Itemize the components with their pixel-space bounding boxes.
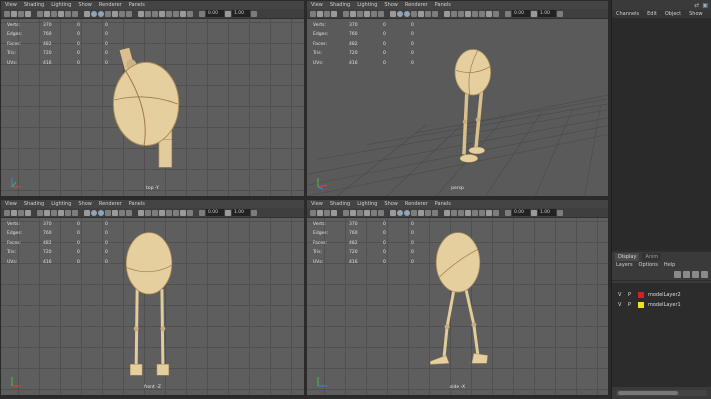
move-layer-down-icon[interactable]: [683, 271, 690, 278]
menu-help[interactable]: Help: [664, 262, 675, 268]
layer-editor-menubar: Layers Options Help: [612, 261, 711, 269]
menu-show[interactable]: Show: [689, 11, 703, 17]
layer-list: V P modelLayer2 V P modelLayer1: [612, 283, 711, 387]
scrollbar-thumb[interactable]: [618, 391, 678, 395]
camera-label: side -X: [449, 385, 466, 390]
panel-header: ⇄ ▣: [612, 0, 711, 10]
playback-toggle[interactable]: P: [628, 302, 634, 308]
channel-box-panel: ⇄ ▣ Channels Edit Object Show Display An…: [611, 0, 711, 399]
layer-editor: Display Anim Layers Options Help V P mod…: [612, 252, 711, 399]
camera-label: persp: [451, 186, 464, 191]
toggle-panel-icon[interactable]: ⇄: [694, 2, 699, 9]
layer-name: modelLayer2: [648, 292, 681, 298]
viewport-side[interactable]: View Shading Lighting Show Renderer Pane…: [306, 199, 609, 396]
visibility-toggle[interactable]: V: [618, 292, 624, 298]
character-front-view[interactable]: [1, 200, 304, 395]
menu-channels[interactable]: Channels: [616, 11, 639, 17]
camera-label: top -Y: [146, 186, 159, 191]
new-layer-from-selection-icon[interactable]: [701, 271, 708, 278]
viewport-top[interactable]: View Shading Lighting Show Renderer Pane…: [0, 0, 305, 197]
layer-tools: [612, 269, 711, 281]
character-persp-view[interactable]: [307, 1, 608, 196]
menu-edit[interactable]: Edit: [647, 11, 657, 17]
layer-name: modelLayer1: [648, 302, 681, 308]
playback-toggle[interactable]: P: [628, 292, 634, 298]
menu-object[interactable]: Object: [665, 11, 681, 17]
channel-box-body[interactable]: [612, 18, 711, 250]
tab-anim[interactable]: Anim: [642, 252, 662, 261]
new-empty-layer-icon[interactable]: [692, 271, 699, 278]
viewport-front[interactable]: View Shading Lighting Show Renderer Pane…: [0, 199, 305, 396]
channel-box-menubar: Channels Edit Object Show: [612, 10, 711, 18]
character-top-view[interactable]: [1, 1, 304, 196]
layer-color-swatch[interactable]: [638, 302, 644, 308]
layer-color-swatch[interactable]: [638, 292, 644, 298]
layer-row[interactable]: V P modelLayer2: [612, 290, 711, 300]
menu-options[interactable]: Options: [639, 262, 658, 268]
layer-editor-tabs: Display Anim: [612, 252, 711, 261]
horizontal-scrollbar[interactable]: [616, 390, 707, 396]
tab-display[interactable]: Display: [615, 252, 640, 261]
character-side-view[interactable]: [307, 200, 608, 395]
layer-row[interactable]: V P modelLayer1: [612, 300, 711, 310]
camera-label: front -Z: [144, 385, 161, 390]
visibility-toggle[interactable]: V: [618, 302, 624, 308]
attribute-editor-icon[interactable]: ▣: [702, 2, 708, 9]
viewport-persp[interactable]: View Shading Lighting Show Renderer Pane…: [306, 0, 609, 197]
menu-layers[interactable]: Layers: [616, 262, 633, 268]
move-layer-up-icon[interactable]: [674, 271, 681, 278]
